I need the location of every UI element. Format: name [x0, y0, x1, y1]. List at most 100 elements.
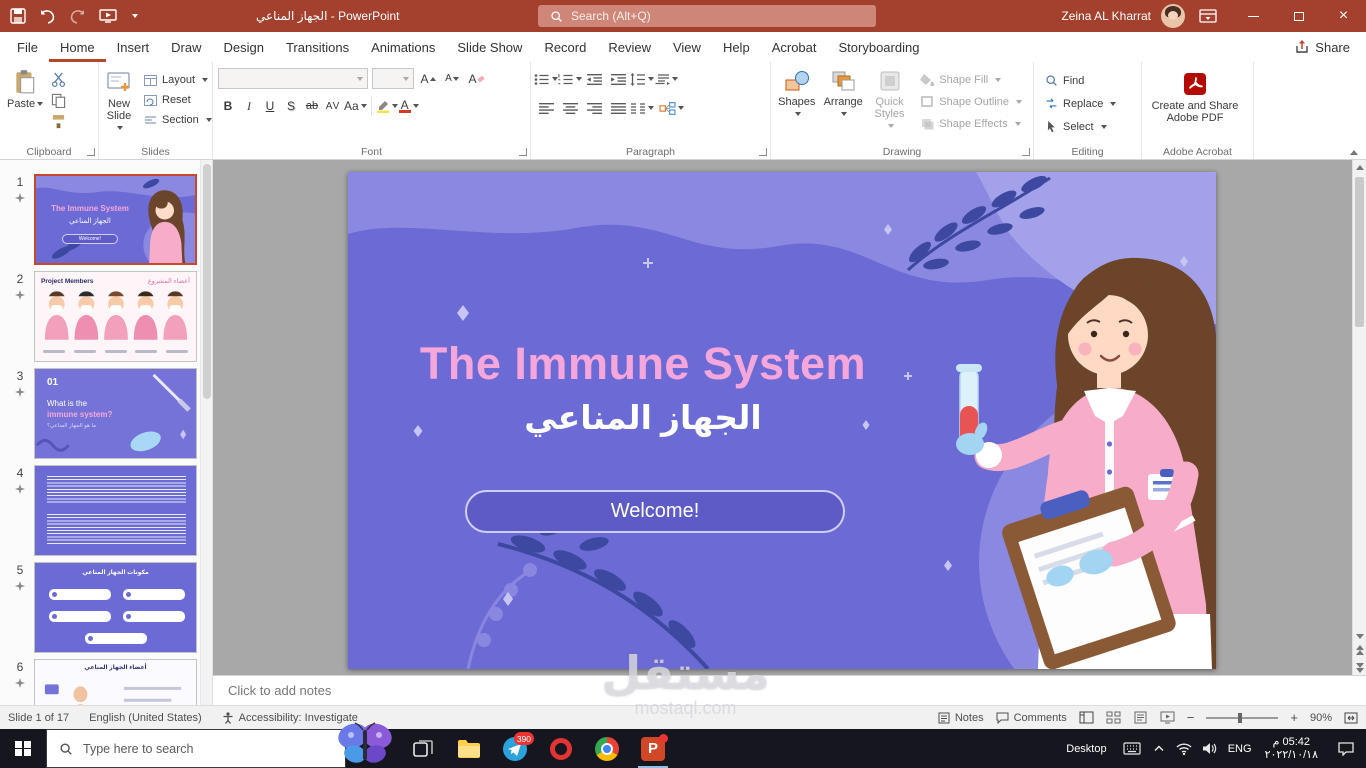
- create-pdf-button[interactable]: Create and Share Adobe PDF: [1145, 66, 1245, 127]
- select-button[interactable]: Select: [1041, 118, 1134, 135]
- slide-thumbnail-4[interactable]: [34, 465, 197, 556]
- taskbar-clock[interactable]: 05:42 م ٢٠٢٢/١٠/١٨: [1257, 736, 1326, 762]
- cut-icon[interactable]: [51, 72, 66, 87]
- tab-record[interactable]: Record: [533, 32, 597, 62]
- shape-fill-button[interactable]: Shape Fill: [916, 71, 1026, 88]
- text-shadow-button[interactable]: S: [281, 96, 301, 116]
- slide-subtitle[interactable]: الجهاز المناعي: [388, 398, 898, 437]
- text-direction-button[interactable]: [654, 68, 678, 90]
- align-center-button[interactable]: [558, 97, 582, 119]
- font-dialog-launcher[interactable]: [519, 148, 527, 156]
- tab-transitions[interactable]: Transitions: [275, 32, 360, 62]
- convert-smartart-button[interactable]: [654, 97, 688, 119]
- line-spacing-button[interactable]: [630, 68, 654, 90]
- zoom-in-button[interactable]: +: [1290, 710, 1298, 725]
- share-button[interactable]: Share: [1295, 36, 1350, 58]
- notes-toggle[interactable]: Notes: [938, 712, 984, 724]
- volume-button[interactable]: [1197, 729, 1223, 768]
- undo-icon[interactable]: [39, 9, 56, 24]
- character-spacing-button[interactable]: AV: [323, 96, 343, 116]
- slide-thumbnail-3[interactable]: 01 What is the immune system? ما هو الجه…: [34, 368, 197, 459]
- strikethrough-button[interactable]: ab: [302, 96, 322, 116]
- zoom-out-button[interactable]: −: [1187, 710, 1195, 725]
- telegram-button[interactable]: 390: [492, 729, 538, 768]
- tab-acrobat[interactable]: Acrobat: [761, 32, 828, 62]
- tab-draw[interactable]: Draw: [160, 32, 212, 62]
- taskbar-search[interactable]: Type here to search: [46, 729, 346, 768]
- reset-button[interactable]: Reset: [140, 92, 216, 108]
- paste-button[interactable]: Paste: [3, 66, 47, 113]
- paragraph-dialog-launcher[interactable]: [759, 148, 767, 156]
- language-indicator[interactable]: ENG: [1223, 729, 1257, 768]
- scroll-down-button[interactable]: [1353, 629, 1366, 639]
- ribbon-display-options-icon[interactable]: [1199, 9, 1217, 23]
- save-icon[interactable]: [10, 8, 26, 24]
- replace-button[interactable]: Replace: [1041, 95, 1134, 112]
- user-name[interactable]: Zeina AL Kharrat: [1061, 9, 1151, 23]
- tab-home[interactable]: Home: [48, 32, 106, 62]
- scrollbar-thumb[interactable]: [1355, 177, 1364, 327]
- bold-button[interactable]: B: [218, 96, 238, 116]
- section-button[interactable]: Section: [140, 112, 216, 128]
- columns-button[interactable]: [630, 97, 654, 119]
- chrome-button[interactable]: [584, 729, 630, 768]
- slide-sorter-view-button[interactable]: [1106, 711, 1121, 724]
- desktop-toolbar[interactable]: Desktop: [1056, 729, 1116, 768]
- tab-file[interactable]: File: [6, 32, 49, 62]
- fit-to-window-button[interactable]: [1344, 712, 1358, 724]
- close-button[interactable]: ×: [1321, 0, 1366, 32]
- underline-button[interactable]: U: [260, 96, 280, 116]
- slide-canvas[interactable]: The Immune System الجهاز المناعي Welcome…: [213, 160, 1352, 675]
- hidden-icons-button[interactable]: [1147, 729, 1171, 768]
- slide-title[interactable]: The Immune System: [388, 338, 898, 390]
- layout-button[interactable]: Layout: [140, 72, 216, 88]
- tab-review[interactable]: Review: [597, 32, 662, 62]
- opera-button[interactable]: [538, 729, 584, 768]
- shape-effects-button[interactable]: Shape Effects: [916, 115, 1026, 132]
- align-left-button[interactable]: [534, 97, 558, 119]
- start-presentation-icon[interactable]: [99, 9, 117, 23]
- zoom-level[interactable]: 90%: [1310, 712, 1332, 724]
- format-painter-icon[interactable]: [51, 114, 66, 129]
- minimize-button[interactable]: [1231, 0, 1276, 32]
- clear-formatting-button[interactable]: A: [466, 69, 486, 89]
- tab-view[interactable]: View: [662, 32, 712, 62]
- italic-button[interactable]: I: [239, 96, 259, 116]
- bullets-button[interactable]: [534, 68, 558, 90]
- previous-slide-button[interactable]: [1353, 645, 1366, 655]
- reading-view-button[interactable]: [1133, 711, 1148, 724]
- clipboard-dialog-launcher[interactable]: [87, 148, 95, 156]
- align-right-button[interactable]: [582, 97, 606, 119]
- user-avatar[interactable]: [1161, 4, 1185, 28]
- maximize-button[interactable]: [1276, 0, 1321, 32]
- shapes-button[interactable]: Shapes: [774, 66, 820, 123]
- panel-scrollbar-thumb[interactable]: [202, 164, 211, 399]
- slide-thumbnail-2[interactable]: Project Members أعضاء المشروع: [34, 271, 197, 362]
- powerpoint-button[interactable]: P: [630, 729, 676, 768]
- redo-icon[interactable]: [69, 9, 86, 24]
- normal-view-button[interactable]: [1079, 711, 1094, 724]
- file-explorer-button[interactable]: [446, 729, 492, 768]
- zoom-slider[interactable]: [1206, 712, 1279, 723]
- font-size-combo[interactable]: [372, 68, 414, 89]
- copy-icon[interactable]: [51, 93, 66, 108]
- panel-scrollbar[interactable]: [200, 160, 212, 705]
- decrease-font-size-button[interactable]: A: [442, 69, 462, 89]
- shape-outline-button[interactable]: Shape Outline: [916, 93, 1026, 110]
- welcome-button[interactable]: Welcome!: [465, 490, 845, 533]
- new-slide-button[interactable]: New Slide: [102, 66, 136, 137]
- titlebar-search[interactable]: Search (Alt+Q): [538, 5, 876, 27]
- font-name-combo[interactable]: [218, 68, 368, 89]
- tab-animations[interactable]: Animations: [360, 32, 446, 62]
- collapse-ribbon-button[interactable]: [1350, 150, 1358, 155]
- network-button[interactable]: [1171, 729, 1197, 768]
- start-button[interactable]: [0, 729, 46, 768]
- slide-thumbnail-6[interactable]: أعضاء الجهاز المناعي: [34, 659, 197, 705]
- scroll-up-icon[interactable]: [1355, 165, 1364, 170]
- tab-design[interactable]: Design: [213, 32, 275, 62]
- next-slide-button[interactable]: [1353, 663, 1366, 673]
- accessibility-checker[interactable]: Accessibility: Investigate: [222, 712, 358, 724]
- vertical-scrollbar[interactable]: [1352, 160, 1366, 675]
- slideshow-view-button[interactable]: [1160, 711, 1175, 724]
- find-button[interactable]: Find: [1041, 72, 1134, 89]
